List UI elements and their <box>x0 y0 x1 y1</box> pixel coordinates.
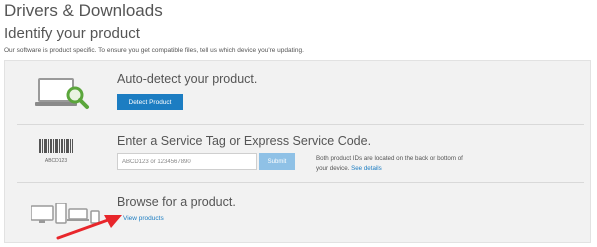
detect-product-button[interactable]: Detect Product <box>117 94 183 110</box>
barcode-bars <box>39 139 73 153</box>
barcode-caption: ABCD123 <box>44 158 68 164</box>
service-tag-heading: Enter a Service Tag or Express Service C… <box>117 134 372 148</box>
page-title: Drivers & Downloads <box>4 1 163 20</box>
see-details-link[interactable]: See details <box>351 165 382 172</box>
browse-heading: Browse for a product. <box>117 195 236 209</box>
page-subtitle: Identify your product <box>4 25 140 42</box>
red-arrow-icon <box>56 215 122 240</box>
intro-text: Our software is product specific. To ens… <box>4 47 304 54</box>
service-tag-input[interactable] <box>117 153 257 170</box>
section-divider <box>17 124 584 125</box>
service-tag-help: Both product IDs are located on the back… <box>316 154 476 174</box>
help-text: Both product IDs are located on the back… <box>316 155 463 172</box>
autodetect-heading: Auto-detect your product. <box>117 72 258 86</box>
section-divider <box>17 182 584 183</box>
view-products-link[interactable]: View products <box>123 215 164 222</box>
barcode-icon: ABCD123 <box>39 139 73 164</box>
laptop-magnifier-icon <box>35 78 89 109</box>
submit-button[interactable]: Submit <box>259 153 295 170</box>
